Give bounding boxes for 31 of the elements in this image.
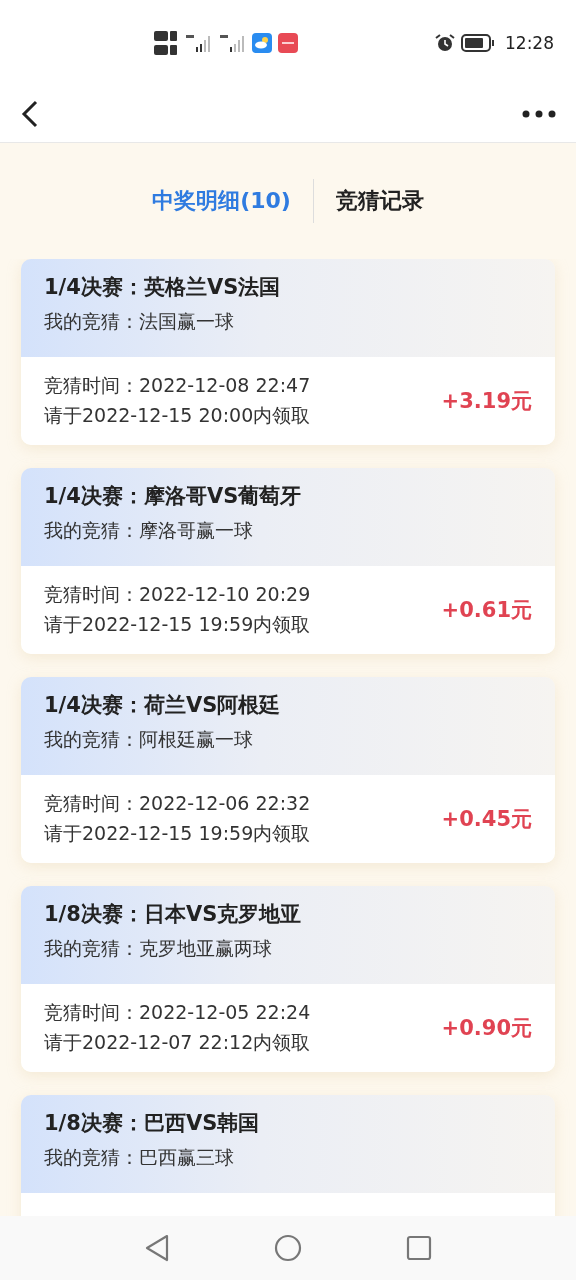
weather-app-icon — [252, 33, 272, 53]
bet-time: 竞猜时间：2022-12-10 20:29 — [44, 582, 311, 607]
match-title: 1/8决赛：日本VS克罗地亚 — [44, 901, 303, 928]
tab[interactable]: 中奖明细(10) — [130, 182, 313, 220]
match-title: 1/4决赛：摩洛哥VS葡萄牙 — [44, 483, 303, 510]
match-title: 1/4决赛：英格兰VS法国 — [44, 274, 282, 301]
tab[interactable]: 竞猜记录 — [313, 182, 446, 220]
bet-time: 竞猜时间：2022-12-08 22:47 — [44, 373, 311, 398]
bet-time: 竞猜时间：2022-12-05 22:24 — [44, 1000, 311, 1025]
status-time: 12:28 — [505, 33, 554, 53]
battery-icon — [461, 34, 495, 52]
my-guess: 我的竞猜：摩洛哥赢一球 — [44, 518, 254, 543]
claim-note: 请于2022-12-15 19:59内领取 — [44, 612, 311, 637]
prize-amount: +3.19元 — [441, 388, 532, 415]
app-icon — [278, 33, 298, 53]
my-guess: 我的竞猜：法国赢一球 — [44, 309, 235, 334]
prize-amount: +0.45元 — [441, 806, 532, 833]
signal-icon — [184, 33, 212, 53]
claim-note: 请于2022-12-15 19:59内领取 — [44, 821, 311, 846]
my-guess: 我的竞猜：克罗地亚赢两球 — [44, 936, 273, 961]
signal-icon — [218, 33, 246, 53]
bet-time: 竞猜时间：2022-12-06 22:32 — [44, 791, 311, 816]
my-guess: 我的竞猜：阿根廷赢一球 — [44, 727, 254, 752]
match-title: 1/8决赛：巴西VS韩国 — [44, 1110, 261, 1137]
prize-amount: +0.90元 — [441, 1015, 532, 1042]
claim-note: 请于2022-12-07 22:12内领取 — [44, 1030, 311, 1055]
alarm-icon — [435, 33, 455, 53]
prize-amount: +0.61元 — [441, 597, 532, 624]
my-guess: 我的竞猜：巴西赢三球 — [44, 1145, 235, 1170]
match-title: 1/4决赛：荷兰VS阿根廷 — [44, 692, 282, 719]
claim-note: 请于2022-12-15 20:00内领取 — [44, 403, 311, 428]
